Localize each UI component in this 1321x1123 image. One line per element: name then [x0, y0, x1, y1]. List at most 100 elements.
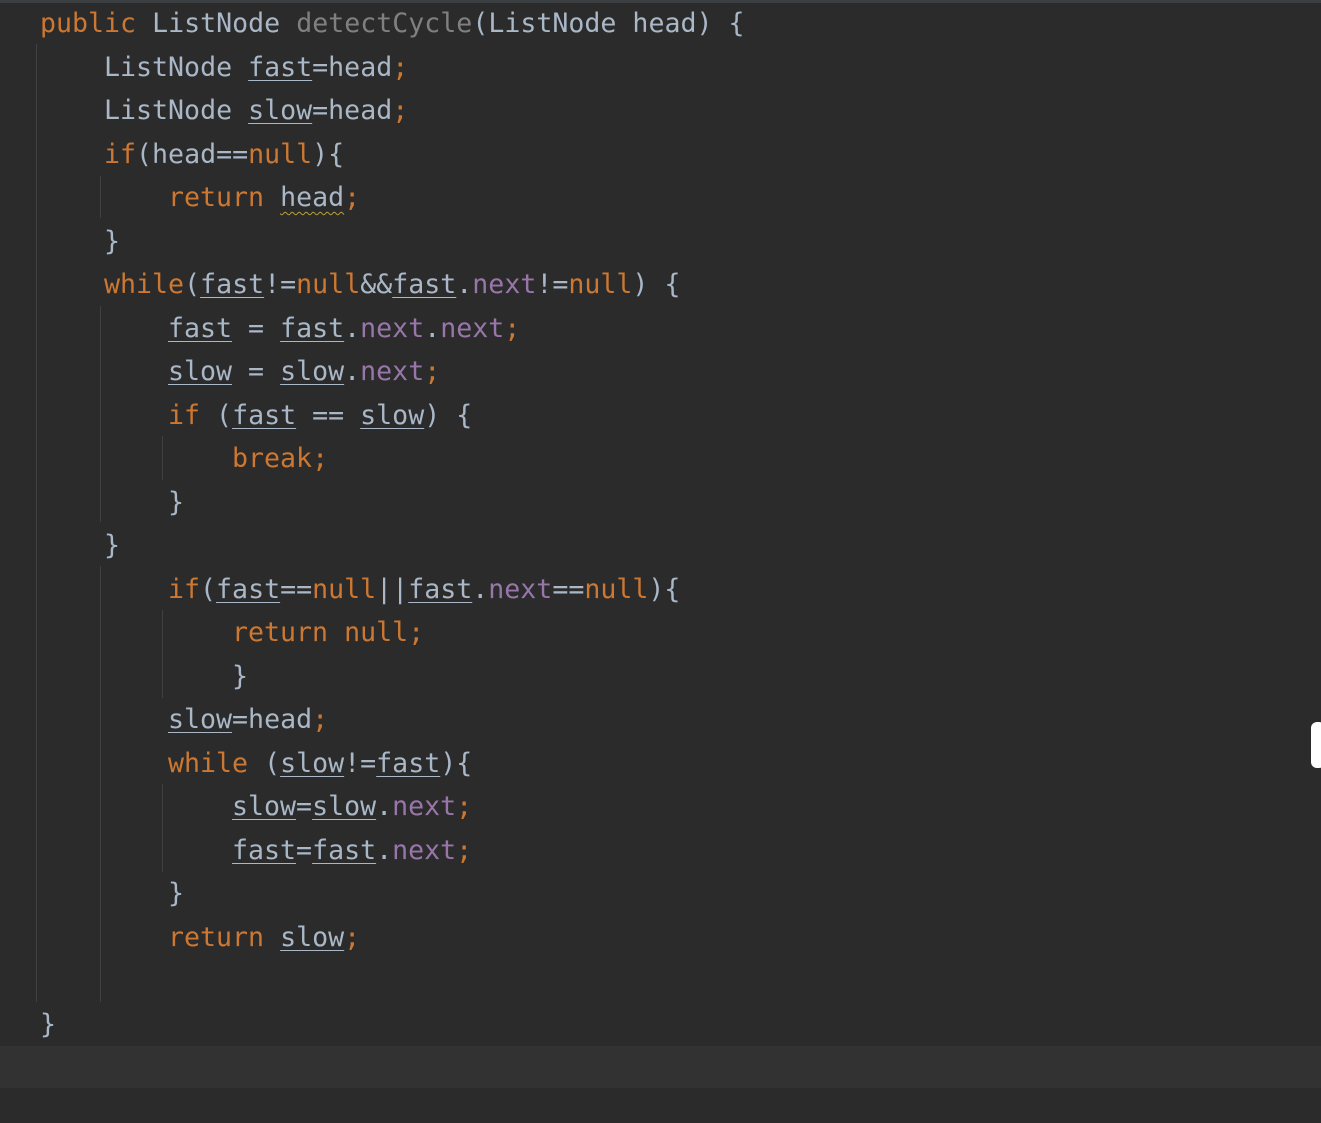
code-token: next	[392, 791, 457, 822]
indent-guide	[36, 44, 37, 1002]
code-line[interactable]: }	[104, 225, 120, 259]
code-token: next	[440, 312, 505, 344]
code-token: fast	[232, 834, 297, 866]
code-line[interactable]: ListNode slow=head;	[104, 94, 408, 128]
code-token: (	[200, 399, 233, 431]
indent-guide	[100, 566, 101, 1002]
code-token: slow	[280, 747, 345, 779]
code-token: null	[568, 269, 633, 300]
code-token: if	[168, 573, 201, 605]
code-token: slow	[168, 704, 233, 735]
code-token: (ListNode head) {	[472, 8, 745, 39]
code-line[interactable]: while(fast!=null&&fast.next!=null) {	[104, 268, 680, 302]
code-line[interactable]: ListNode fast=head;	[104, 51, 408, 85]
code-token: fast	[168, 312, 233, 344]
code-token: =	[232, 356, 281, 387]
code-line[interactable]: break;	[232, 442, 328, 476]
code-token: ==	[296, 399, 361, 431]
code-token: ;	[312, 704, 329, 735]
scrollbar-thumb[interactable]	[1311, 722, 1321, 768]
code-token: return	[168, 182, 265, 213]
code-token: }	[232, 660, 249, 692]
code-token: fast	[232, 399, 297, 431]
indent-guide	[162, 610, 163, 698]
code-token: !=	[264, 269, 297, 300]
code-token: next	[360, 312, 425, 344]
code-token: fast	[312, 834, 377, 866]
code-line[interactable]: slow = slow.next;	[168, 355, 440, 389]
code-token: =	[232, 312, 281, 344]
code-token: =head	[312, 95, 393, 126]
code-token: }	[104, 225, 121, 257]
current-line-highlight	[0, 1046, 1321, 1088]
code-line[interactable]: if(head==null){	[104, 138, 344, 172]
code-token: .	[472, 573, 489, 605]
code-token: !=	[536, 269, 569, 300]
code-token: ){	[648, 573, 681, 605]
code-editor[interactable]: public ListNode detectCycle(ListNode hea…	[0, 0, 1321, 1123]
code-token: ) {	[424, 399, 473, 431]
code-line[interactable]: return slow;	[168, 921, 360, 955]
code-token: fast	[392, 269, 457, 300]
code-token: public	[40, 8, 137, 39]
code-token: ;	[456, 834, 473, 866]
code-line[interactable]: }	[40, 1008, 56, 1042]
code-token: ;	[344, 921, 361, 953]
code-token: next	[488, 573, 553, 605]
code-token: .	[456, 269, 473, 300]
code-token: null	[296, 269, 361, 300]
code-line[interactable]: return null;	[232, 616, 424, 650]
code-token: fast	[216, 573, 281, 605]
code-token: return	[232, 617, 329, 648]
code-token: slow	[312, 791, 377, 822]
code-token: .	[344, 356, 361, 387]
code-token: .	[344, 312, 361, 344]
code-line[interactable]: public ListNode detectCycle(ListNode hea…	[40, 7, 745, 41]
code-token: ;	[312, 443, 329, 474]
code-token: &&	[360, 269, 393, 300]
code-token: ){	[440, 747, 473, 779]
code-token: slow	[280, 356, 345, 387]
code-token: next	[360, 356, 425, 387]
code-token: fast	[200, 269, 265, 300]
code-line[interactable]: }	[168, 877, 184, 911]
code-line[interactable]: if(fast==null||fast.next==null){	[168, 573, 680, 607]
code-token: next	[392, 834, 457, 866]
code-token: ListNode	[104, 51, 233, 83]
code-line[interactable]: if (fast == slow) {	[168, 399, 472, 433]
code-token: null	[344, 617, 409, 648]
code-token: fast	[408, 573, 473, 605]
code-line[interactable]: fast=fast.next;	[232, 834, 472, 868]
code-token: break	[232, 443, 313, 474]
code-token: ) {	[632, 269, 681, 300]
code-token: ListNode	[152, 8, 281, 39]
code-token: if	[168, 399, 201, 431]
code-token: (	[248, 747, 281, 779]
code-line[interactable]: }	[232, 660, 248, 694]
code-token: }	[40, 1008, 57, 1040]
indent-guide	[162, 436, 163, 480]
code-token: (	[200, 573, 217, 605]
code-line[interactable]: slow=head;	[168, 703, 328, 737]
code-line[interactable]: slow=slow.next;	[232, 790, 472, 824]
code-line[interactable]: fast = fast.next.next;	[168, 312, 520, 346]
code-token: ;	[392, 95, 409, 126]
code-token: }	[168, 878, 185, 909]
code-line[interactable]: return head;	[168, 181, 360, 215]
code-token: .	[376, 791, 393, 822]
code-token: while	[168, 747, 249, 779]
code-token: ;	[344, 182, 361, 213]
code-token: ;	[424, 356, 441, 387]
code-line[interactable]: while (slow!=fast){	[168, 747, 472, 781]
code-token: ==	[280, 573, 313, 605]
code-token: next	[472, 269, 537, 300]
code-token: ;	[392, 51, 409, 83]
code-line[interactable]: }	[104, 529, 120, 563]
code-line[interactable]: }	[168, 486, 184, 520]
code-token: ;	[504, 312, 521, 344]
